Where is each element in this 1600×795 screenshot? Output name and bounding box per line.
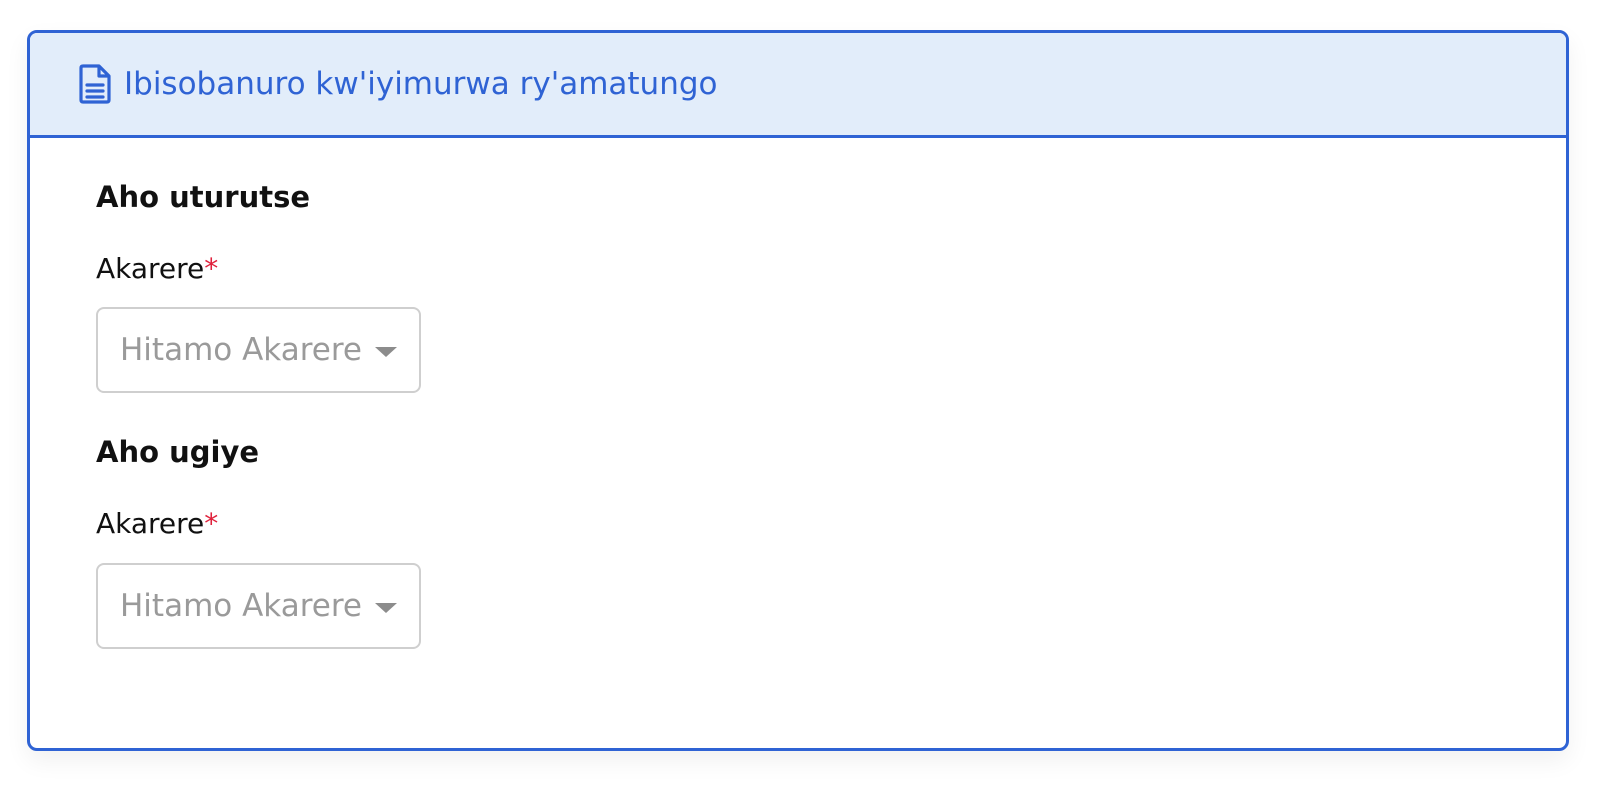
card-header: Ibisobanuro kw'iyimurwa ry'amatungo <box>30 33 1566 138</box>
destination-district-label: Akarere* <box>96 507 218 540</box>
caret-down-icon <box>375 603 397 613</box>
destination-district-placeholder: Hitamo Akarere <box>120 588 362 624</box>
destination-section-title: Aho ugiye <box>96 435 260 469</box>
origin-district-label: Akarere* <box>96 252 218 285</box>
origin-district-label-text: Akarere <box>96 252 205 285</box>
required-marker: * <box>204 507 219 540</box>
card-title: Ibisobanuro kw'iyimurwa ry'amatungo <box>124 66 718 102</box>
origin-section-title: Aho uturutse <box>96 180 311 214</box>
destination-district-label-text: Akarere <box>96 507 205 540</box>
required-marker: * <box>204 252 219 285</box>
destination-district-select[interactable]: Hitamo Akarere <box>96 563 421 649</box>
file-text-icon <box>78 64 112 104</box>
livestock-transfer-card: Ibisobanuro kw'iyimurwa ry'amatungo Aho … <box>27 30 1569 751</box>
origin-district-select[interactable]: Hitamo Akarere <box>96 307 421 393</box>
caret-down-icon <box>375 347 397 357</box>
origin-district-placeholder: Hitamo Akarere <box>120 332 362 368</box>
